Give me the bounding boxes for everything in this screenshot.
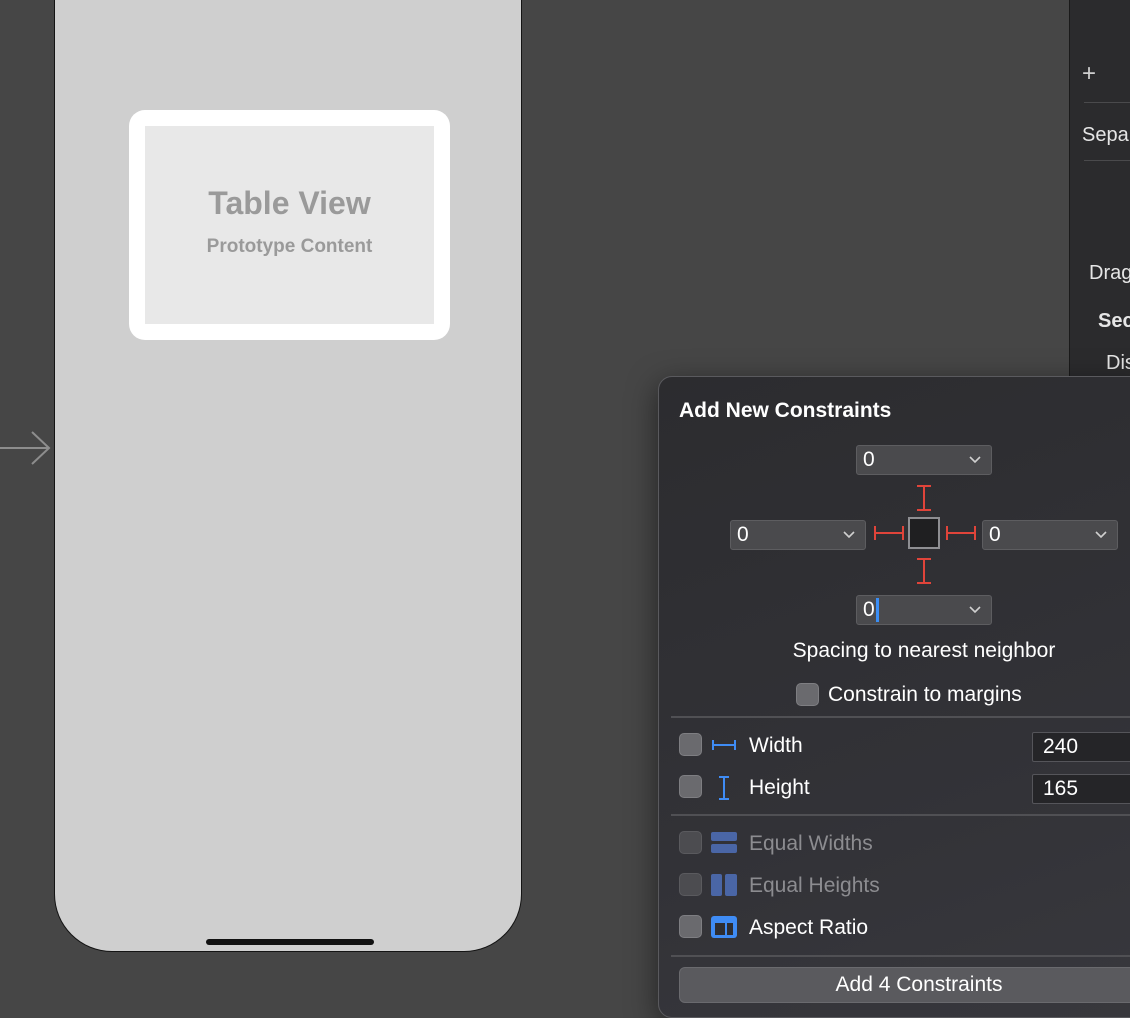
chevron-down-icon[interactable] — [1091, 525, 1111, 545]
height-checkbox[interactable] — [679, 775, 702, 798]
height-icon — [719, 776, 729, 800]
add-icon[interactable]: + — [1082, 60, 1096, 88]
leading-spacing-field[interactable]: 0 — [730, 520, 866, 550]
selected-view-box — [908, 517, 940, 549]
divider — [671, 814, 1130, 816]
inspector-label-separator: Sepa — [1082, 124, 1129, 146]
spacing-caption: Spacing to nearest neighbor — [792, 639, 1056, 662]
inspector-label-section: Sec — [1098, 310, 1130, 332]
inspector-label-display: Dis — [1106, 352, 1130, 374]
divider — [1084, 160, 1130, 161]
bottom-spacing-value: 0 — [857, 598, 965, 623]
aspect-ratio-label: Aspect Ratio — [749, 916, 869, 939]
aspect-ratio-checkbox[interactable] — [679, 915, 702, 938]
top-constraint-icon[interactable] — [914, 484, 934, 512]
top-spacing-value: 0 — [863, 448, 875, 471]
table-view[interactable]: Table View Prototype Content — [129, 110, 450, 340]
equal-heights-icon — [711, 874, 737, 896]
leading-spacing-value: 0 — [737, 523, 749, 546]
chevron-down-icon[interactable] — [965, 450, 985, 470]
aspect-ratio-icon — [711, 916, 737, 938]
leading-constraint-icon[interactable] — [873, 523, 905, 543]
text-cursor — [875, 598, 879, 623]
width-checkbox[interactable] — [679, 733, 702, 756]
equal-widths-icon — [711, 832, 737, 853]
constrain-to-margins-checkbox[interactable] — [796, 683, 819, 706]
height-label: Height — [749, 776, 810, 799]
add-constraints-button[interactable]: Add 4 Constraints — [679, 967, 1130, 1003]
width-icon — [712, 740, 736, 750]
chevron-down-icon[interactable] — [839, 525, 859, 545]
table-view-subtitle: Prototype Content — [206, 235, 373, 257]
inspector-label-drag: Drag — [1089, 262, 1130, 284]
equal-heights-label: Equal Heights — [749, 874, 880, 897]
trailing-spacing-field[interactable]: 0 — [982, 520, 1118, 550]
top-spacing-field[interactable]: 0 — [856, 445, 992, 475]
height-value-field[interactable]: 165 — [1032, 774, 1130, 804]
trailing-spacing-value: 0 — [989, 523, 1001, 546]
width-label: Width — [749, 734, 803, 757]
chevron-down-icon[interactable] — [965, 600, 985, 620]
width-value-field[interactable]: 240 — [1032, 732, 1130, 762]
popover-title: Add New Constraints — [679, 399, 892, 422]
constrain-to-margins-label: Constrain to margins — [828, 683, 1022, 706]
initial-view-controller-arrow-icon — [0, 431, 51, 465]
equal-heights-checkbox[interactable] — [679, 873, 702, 896]
bottom-spacing-field[interactable]: 0 — [856, 595, 992, 625]
equal-widths-label: Equal Widths — [749, 832, 873, 855]
equal-widths-checkbox[interactable] — [679, 831, 702, 854]
trailing-constraint-icon[interactable] — [945, 523, 977, 543]
home-indicator — [206, 939, 374, 945]
divider — [671, 955, 1130, 957]
divider — [671, 716, 1130, 718]
add-constraints-popover: Add New Constraints 0 0 0 0 Spacing to n… — [658, 376, 1130, 1018]
table-view-content: Table View Prototype Content — [145, 126, 434, 324]
table-view-title: Table View — [208, 184, 371, 221]
bottom-constraint-icon[interactable] — [914, 557, 934, 585]
divider — [1084, 102, 1130, 103]
